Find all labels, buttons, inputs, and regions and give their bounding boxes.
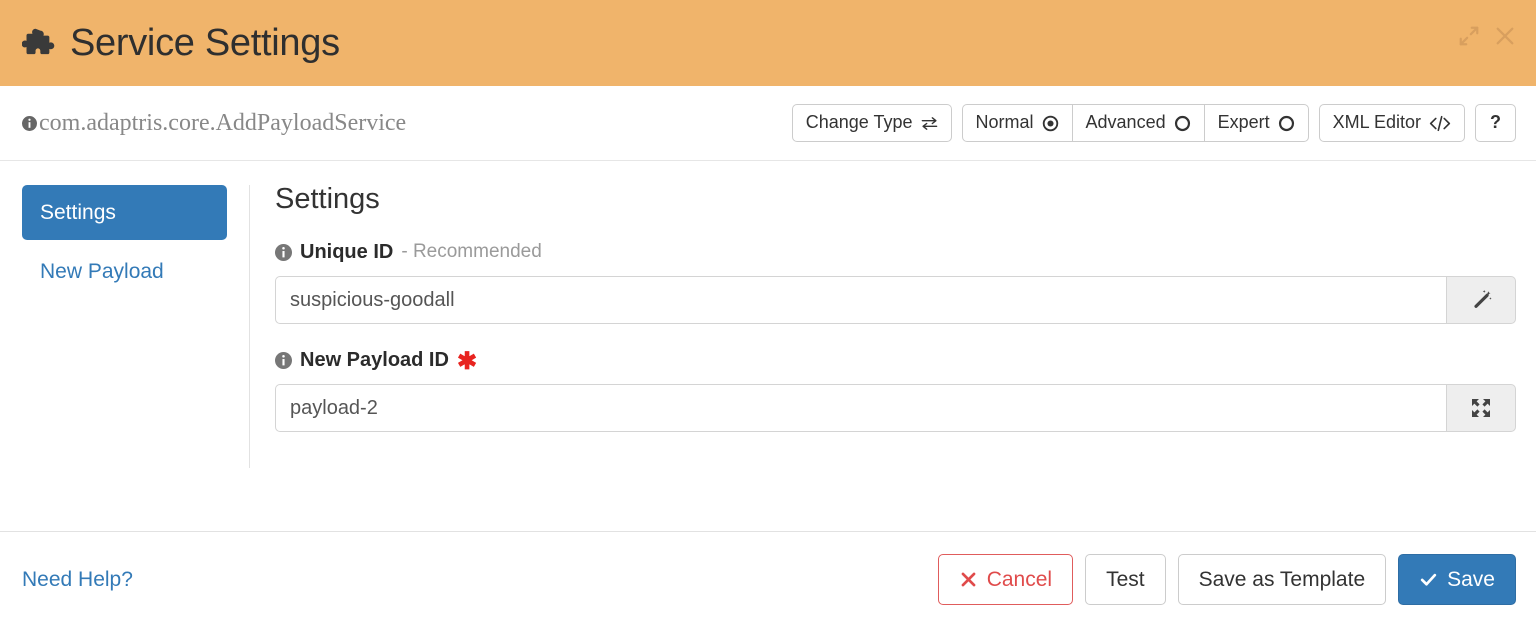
dialog-titlebar: Service Settings xyxy=(0,0,1536,86)
code-icon xyxy=(1429,115,1451,132)
sidebar-item-settings-label: Settings xyxy=(40,201,116,224)
generate-unique-id-button[interactable] xyxy=(1446,276,1516,324)
mode-button-group: Normal Advanced Expert xyxy=(961,104,1309,142)
page-title: Settings xyxy=(275,183,380,215)
settings-content: Settings Unique ID - Recommended suspici… xyxy=(250,185,1516,531)
save-button-label: Save xyxy=(1447,567,1495,591)
radio-unselected-icon xyxy=(1278,115,1295,132)
new-payload-id-input-group xyxy=(275,384,1516,432)
info-circle-icon xyxy=(22,115,37,131)
mode-toolbar: Change Type Normal Advanced Expert XML E… xyxy=(791,104,1516,142)
test-button[interactable]: Test xyxy=(1085,553,1166,606)
expand-new-payload-id-button[interactable] xyxy=(1446,384,1516,432)
magic-wand-icon xyxy=(1469,288,1493,312)
info-circle-icon xyxy=(275,243,292,261)
required-asterisk: ✱ xyxy=(456,348,478,375)
close-icon[interactable] xyxy=(1494,25,1516,47)
arrows-alt-icon xyxy=(1469,396,1493,420)
help-button-label: ? xyxy=(1490,112,1501,133)
service-settings-dialog: Service Settings com.adaptris.core.AddPa… xyxy=(0,0,1536,627)
exchange-icon xyxy=(921,115,938,132)
save-as-template-button-label: Save as Template xyxy=(1198,567,1366,591)
change-type-label: Change Type xyxy=(805,112,913,133)
mode-advanced-label: Advanced xyxy=(1085,112,1166,133)
field-new-payload-id-label-text: New Payload ID xyxy=(300,349,449,371)
change-type-button[interactable]: Change Type xyxy=(791,104,952,142)
times-icon xyxy=(959,570,978,589)
titlebar-left: Service Settings xyxy=(21,22,340,64)
dialog-title: Service Settings xyxy=(70,22,340,64)
mode-expert-label: Expert xyxy=(1217,112,1270,133)
sidebar-item-new-payload-label: New Payload xyxy=(40,260,164,284)
need-help-link[interactable]: Need Help? xyxy=(22,568,133,592)
dialog-body: Settings New Payload Settings Unique ID … xyxy=(0,161,1536,531)
new-payload-id-input[interactable] xyxy=(275,384,1446,432)
service-class-name-text: com.adaptris.core.AddPayloadService xyxy=(39,109,407,136)
mode-normal-button[interactable]: Normal xyxy=(961,104,1073,142)
field-unique-id-label-text: Unique ID xyxy=(300,241,394,263)
test-button-label: Test xyxy=(1106,567,1145,591)
check-icon xyxy=(1419,570,1438,589)
mode-advanced-button[interactable]: Advanced xyxy=(1071,104,1205,142)
radio-unselected-icon xyxy=(1174,115,1191,132)
save-as-template-button[interactable]: Save as Template xyxy=(1177,553,1387,606)
mode-expert-button[interactable]: Expert xyxy=(1203,104,1309,142)
cancel-button-label: Cancel xyxy=(986,567,1053,591)
settings-sidebar: Settings New Payload xyxy=(22,185,250,468)
service-class-name: com.adaptris.core.AddPayloadService xyxy=(22,110,406,137)
save-button[interactable]: Save xyxy=(1398,553,1516,606)
unique-id-input[interactable] xyxy=(275,276,1446,324)
puzzle-piece-icon xyxy=(21,28,56,62)
xml-editor-label: XML Editor xyxy=(1332,112,1421,133)
field-unique-id-label-note: - Recommended xyxy=(401,240,542,262)
sidebar-item-new-payload[interactable]: New Payload xyxy=(22,244,227,299)
field-unique-id-label: Unique ID - Recommended xyxy=(275,240,1516,264)
footer-buttons: Cancel Test Save as Template Save xyxy=(937,553,1516,606)
cancel-button[interactable]: Cancel xyxy=(937,553,1074,606)
help-button[interactable]: ? xyxy=(1475,104,1516,142)
info-circle-icon xyxy=(275,351,292,369)
mode-normal-label: Normal xyxy=(975,112,1034,133)
unique-id-input-group xyxy=(275,276,1516,324)
field-unique-id: Unique ID - Recommended xyxy=(275,240,1516,324)
xml-editor-button[interactable]: XML Editor xyxy=(1318,104,1465,142)
sidebar-item-settings[interactable]: Settings xyxy=(22,185,227,241)
dialog-footer: Need Help? Cancel Test Save as Template xyxy=(0,531,1536,627)
field-new-payload-id-label: New Payload ID ✱ xyxy=(275,348,1516,375)
field-new-payload-id: New Payload ID ✱ xyxy=(275,348,1516,432)
expand-icon[interactable] xyxy=(1458,25,1480,47)
titlebar-controls xyxy=(1458,25,1516,47)
radio-selected-icon xyxy=(1042,115,1059,132)
type-toolbar: com.adaptris.core.AddPayloadService Chan… xyxy=(0,86,1536,161)
